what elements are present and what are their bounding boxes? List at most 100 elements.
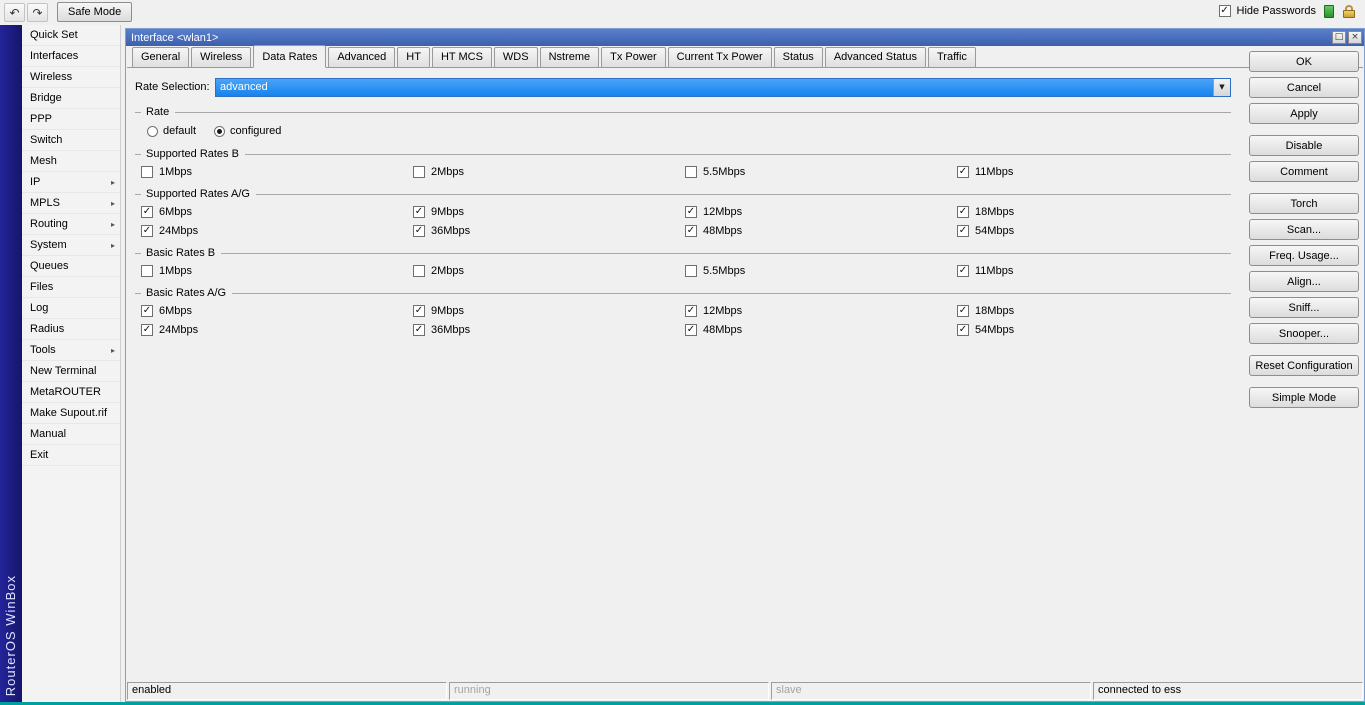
sidebar-item-exit[interactable]: Exit <box>22 445 120 466</box>
sidebar-item-quick-set[interactable]: Quick Set <box>22 25 120 46</box>
button-reset-configuration[interactable]: Reset Configuration <box>1249 355 1359 376</box>
tab-ht[interactable]: HT <box>397 47 430 67</box>
button-freq-usage[interactable]: Freq. Usage... <box>1249 245 1359 266</box>
sidebar-item-routing[interactable]: Routing ▸ <box>22 214 120 235</box>
button-torch[interactable]: Torch <box>1249 193 1359 214</box>
status-segment-connected-to-ess: connected to ess <box>1093 682 1363 700</box>
checkbox-basic-rates-a-g-48mbps[interactable]: ✓ 48Mbps <box>685 323 957 337</box>
sidebar-item-make-supout-rif[interactable]: Make Supout.rif <box>22 403 120 424</box>
button-comment[interactable]: Comment <box>1249 161 1359 182</box>
checkbox-basic-rates-a-g-24mbps[interactable]: ✓ 24Mbps <box>141 323 413 337</box>
rate-label: 11Mbps <box>975 166 1014 178</box>
tab-advanced[interactable]: Advanced <box>328 47 396 67</box>
rate-selection-label: Rate Selection: <box>135 81 210 93</box>
checkbox-supported-rates-a-g-12mbps[interactable]: ✓ 12Mbps <box>685 205 957 219</box>
checkbox-supported-rates-a-g-9mbps[interactable]: ✓ 9Mbps <box>413 205 685 219</box>
sidebar-item-switch[interactable]: Switch <box>22 130 120 151</box>
sidebar-item-label: IP <box>30 176 41 188</box>
sidebar-item-bridge[interactable]: Bridge <box>22 88 120 109</box>
sidebar-item-label: Exit <box>30 449 49 461</box>
tab-ht-mcs[interactable]: HT MCS <box>431 47 492 67</box>
tab-data-rates[interactable]: Data Rates <box>253 45 327 68</box>
sidebar-item-label: Log <box>30 302 49 314</box>
checkbox-icon <box>685 166 697 178</box>
sidebar-item-radius[interactable]: Radius <box>22 319 120 340</box>
checkbox-supported-rates-a-g-6mbps[interactable]: ✓ 6Mbps <box>141 205 413 219</box>
radio-icon <box>147 125 158 137</box>
checkbox-supported-rates-a-g-24mbps[interactable]: ✓ 24Mbps <box>141 224 413 238</box>
sidebar-item-mpls[interactable]: MPLS ▸ <box>22 193 120 214</box>
tab-status[interactable]: Status <box>773 47 823 67</box>
sidebar-item-label: PPP <box>30 113 53 125</box>
checkbox-basic-rates-b-1mbps[interactable]: 1Mbps <box>141 264 413 278</box>
sidebar-item-files[interactable]: Files <box>22 277 120 298</box>
checkbox-supported-rates-a-g-54mbps[interactable]: ✓ 54Mbps <box>957 224 1229 238</box>
group-header: Supported Rates B <box>135 148 1231 160</box>
sidebar-item-ppp[interactable]: PPP <box>22 109 120 130</box>
tab-tx-power[interactable]: Tx Power <box>601 47 666 67</box>
rate-grid: 1Mbps 2Mbps 5.5Mbps ✓ 11Mbps <box>141 264 1231 278</box>
checkbox-supported-rates-b-5-5mbps[interactable]: 5.5Mbps <box>685 165 957 179</box>
checkbox-icon: ✓ <box>141 305 153 317</box>
checkbox-basic-rates-a-g-18mbps[interactable]: ✓ 18Mbps <box>957 304 1229 318</box>
button-apply[interactable]: Apply <box>1249 103 1359 124</box>
checkbox-icon: ✓ <box>957 305 969 317</box>
rate-selection-dropdown[interactable]: advanced ▼ <box>215 77 1231 97</box>
button-disable[interactable]: Disable <box>1249 135 1359 156</box>
checkbox-icon: ✓ <box>957 225 969 237</box>
checkbox-supported-rates-a-g-18mbps[interactable]: ✓ 18Mbps <box>957 205 1229 219</box>
checkbox-basic-rates-b-2mbps[interactable]: 2Mbps <box>413 264 685 278</box>
tab-advanced-status[interactable]: Advanced Status <box>824 47 926 67</box>
dialog-titlebar[interactable]: Interface <wlan1> □ × <box>126 29 1364 46</box>
sidebar-item-system[interactable]: System ▸ <box>22 235 120 256</box>
sidebar-item-new-terminal[interactable]: New Terminal <box>22 361 120 382</box>
dropdown-arrow-icon[interactable]: ▼ <box>1213 78 1230 96</box>
rate-label: 12Mbps <box>703 305 743 317</box>
checkbox-basic-rates-b-11mbps[interactable]: ✓ 11Mbps <box>957 264 1229 278</box>
sidebar-item-manual[interactable]: Manual <box>22 424 120 445</box>
button-snooper[interactable]: Snooper... <box>1249 323 1359 344</box>
undo-button[interactable]: ↶ <box>4 3 25 22</box>
checkbox-supported-rates-b-11mbps[interactable]: ✓ 11Mbps <box>957 165 1229 179</box>
sidebar-item-wireless[interactable]: Wireless <box>22 67 120 88</box>
rate-label: 11Mbps <box>975 265 1014 277</box>
sidebar-item-log[interactable]: Log <box>22 298 120 319</box>
sidebar-item-queues[interactable]: Queues <box>22 256 120 277</box>
safe-mode-button[interactable]: Safe Mode <box>57 2 133 22</box>
checkbox-supported-rates-b-2mbps[interactable]: 2Mbps <box>413 165 685 179</box>
button-scan[interactable]: Scan... <box>1249 219 1359 240</box>
sidebar-item-label: Manual <box>30 428 67 440</box>
button-ok[interactable]: OK <box>1249 51 1359 72</box>
checkbox-basic-rates-a-g-54mbps[interactable]: ✓ 54Mbps <box>957 323 1229 337</box>
sidebar-item-metarouter[interactable]: MetaROUTER <box>22 382 120 403</box>
tab-wds[interactable]: WDS <box>493 47 538 67</box>
button-align[interactable]: Align... <box>1249 271 1359 292</box>
hide-passwords-checkbox[interactable]: ✓ Hide Passwords <box>1218 4 1316 18</box>
button-simple-mode[interactable]: Simple Mode <box>1249 387 1359 408</box>
button-sniff[interactable]: Sniff... <box>1249 297 1359 318</box>
sidebar-item-interfaces[interactable]: Interfaces <box>22 46 120 67</box>
rate-grid: ✓ 6Mbps ✓ 9Mbps ✓ 12Mbps ✓ 18Mbps ✓ 24Mbps ✓ 36Mbps… <box>141 304 1231 337</box>
checkbox-basic-rates-a-g-9mbps[interactable]: ✓ 9Mbps <box>413 304 685 318</box>
checkbox-supported-rates-b-1mbps[interactable]: 1Mbps <box>141 165 413 179</box>
sidebar-item-tools[interactable]: Tools ▸ <box>22 340 120 361</box>
checkbox-supported-rates-a-g-36mbps[interactable]: ✓ 36Mbps <box>413 224 685 238</box>
tab-current-tx-power[interactable]: Current Tx Power <box>667 47 772 67</box>
button-cancel[interactable]: Cancel <box>1249 77 1359 98</box>
rate-label: 6Mbps <box>159 305 193 317</box>
checkbox-basic-rates-a-g-12mbps[interactable]: ✓ 12Mbps <box>685 304 957 318</box>
tab-general[interactable]: General <box>132 47 190 67</box>
checkbox-supported-rates-a-g-48mbps[interactable]: ✓ 48Mbps <box>685 224 957 238</box>
redo-button[interactable]: ↷ <box>27 3 48 22</box>
tab-traffic[interactable]: Traffic <box>927 47 976 67</box>
checkbox-basic-rates-b-5-5mbps[interactable]: 5.5Mbps <box>685 264 957 278</box>
sidebar-item-ip[interactable]: IP ▸ <box>22 172 120 193</box>
checkbox-basic-rates-a-g-36mbps[interactable]: ✓ 36Mbps <box>413 323 685 337</box>
sidebar-item-label: Interfaces <box>30 50 79 62</box>
radio-default[interactable]: default <box>147 125 196 137</box>
sidebar-item-mesh[interactable]: Mesh <box>22 151 120 172</box>
tab-wireless[interactable]: Wireless <box>191 47 252 67</box>
checkbox-basic-rates-a-g-6mbps[interactable]: ✓ 6Mbps <box>141 304 413 318</box>
tab-nstreme[interactable]: Nstreme <box>539 47 600 67</box>
radio-configured[interactable]: configured <box>214 125 281 137</box>
